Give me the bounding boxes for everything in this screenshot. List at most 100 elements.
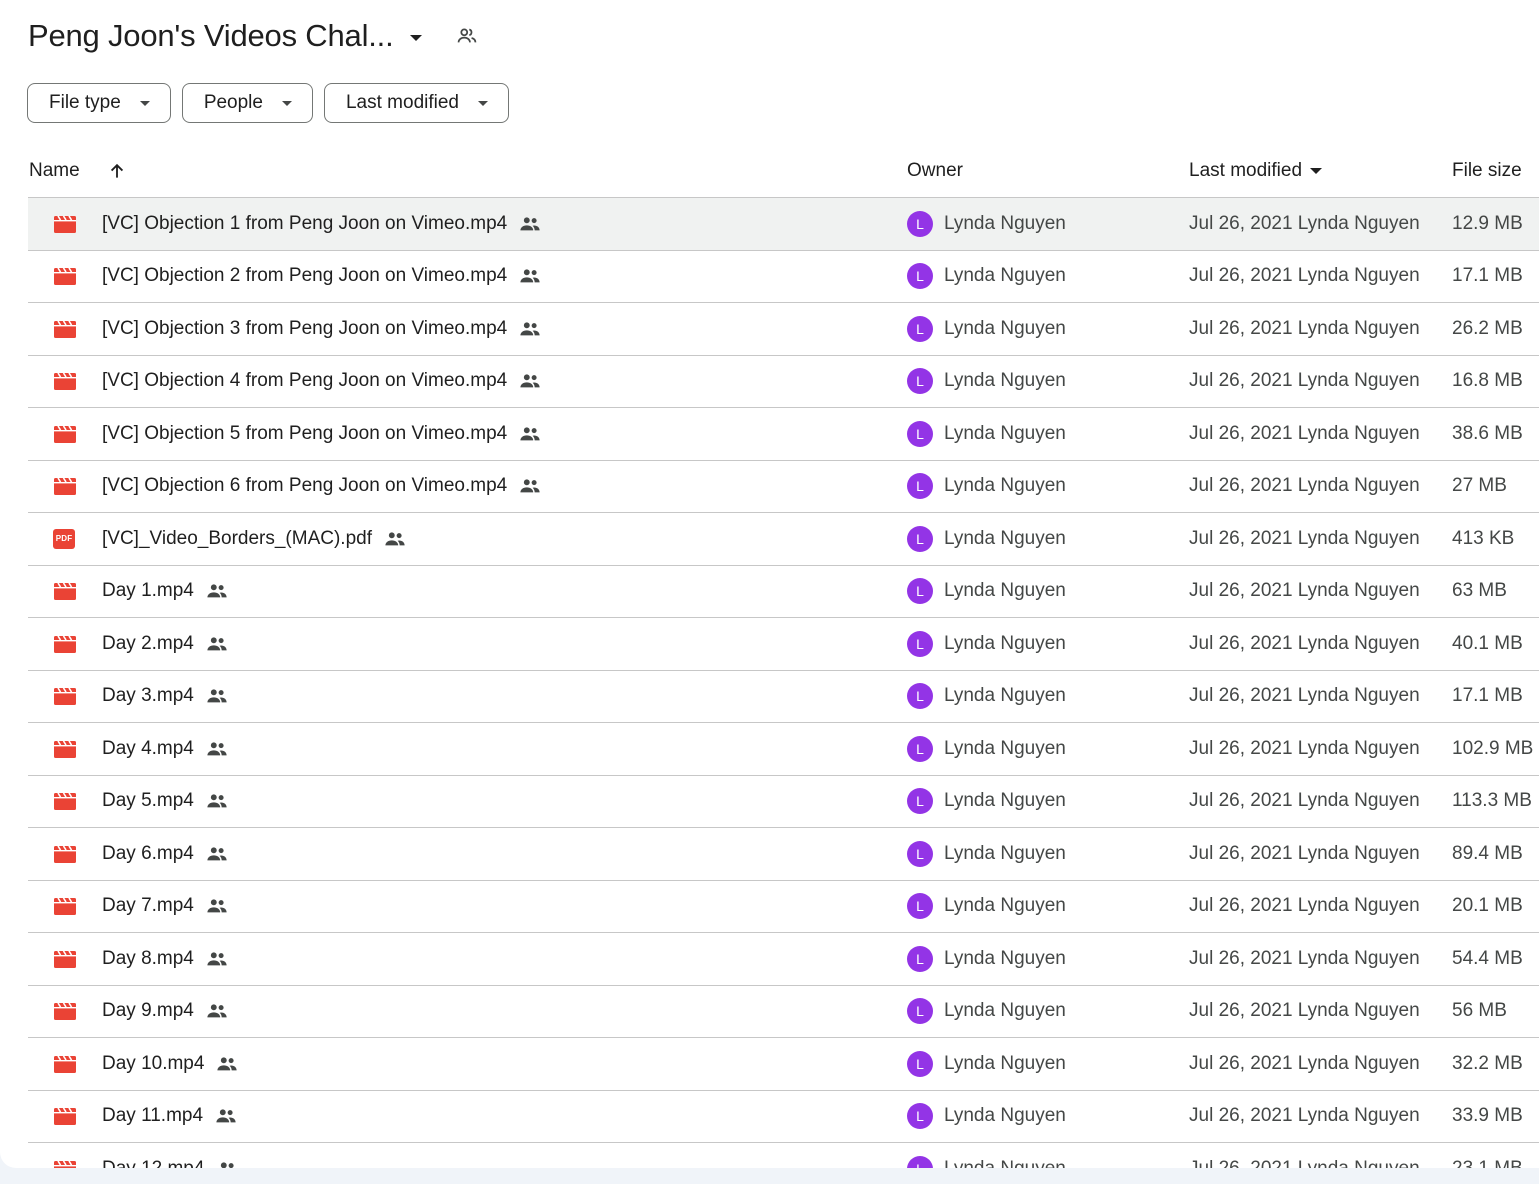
shared-icon xyxy=(519,215,541,233)
last-modified-text: Jul 26, 2021 Lynda Nguyen xyxy=(1189,1052,1420,1074)
file-row[interactable]: Day 1.mp4 L Lynda Nguyen Jul 26, 2021 Lynda… xyxy=(28,566,1539,618)
file-size-cell: 32.2 MB xyxy=(1452,1038,1523,1090)
file-size-cell: 113.3 MB xyxy=(1452,776,1532,828)
file-name[interactable]: [VC] Objection 1 from Peng Joon on Vimeo… xyxy=(102,213,507,235)
file-row[interactable]: Day 8.mp4 L Lynda Nguyen Jul 26, 2021 Lynda… xyxy=(28,933,1539,986)
file-browser-panel: Peng Joon's Videos Chal... File type Peo… xyxy=(0,0,1539,1168)
file-row[interactable]: Day 6.mp4 L Lynda Nguyen Jul 26, 2021 Lynda… xyxy=(28,828,1539,881)
last-modified-cell: Jul 26, 2021 Lynda Nguyen xyxy=(1189,1038,1420,1090)
folder-title[interactable]: Peng Joon's Videos Chal... xyxy=(28,18,394,54)
shared-icon xyxy=(206,950,228,968)
shared-icon xyxy=(519,320,541,338)
file-name[interactable]: Day 6.mp4 xyxy=(102,843,194,865)
video-file-icon xyxy=(53,1038,77,1090)
file-row[interactable]: [VC] Objection 4 from Peng Joon on Vimeo… xyxy=(28,356,1539,408)
file-row[interactable]: Day 7.mp4 L Lynda Nguyen Jul 26, 2021 Lynda… xyxy=(28,881,1539,933)
filter-chips: File type People Last modified xyxy=(27,83,509,123)
last-modified-text: Jul 26, 2021 Lynda Nguyen xyxy=(1189,317,1420,339)
file-type-filter[interactable]: File type xyxy=(27,83,171,123)
file-row[interactable]: Day 9.mp4 L Lynda Nguyen Jul 26, 2021 Lynda… xyxy=(28,986,1539,1038)
file-name[interactable]: [VC]_Video_Borders_(MAC).pdf xyxy=(102,528,372,550)
file-row[interactable]: [VC] Objection 2 from Peng Joon on Vimeo… xyxy=(28,251,1539,303)
file-size-cell: 54.4 MB xyxy=(1452,933,1523,985)
owner-name: Lynda Nguyen xyxy=(944,842,1066,864)
file-row[interactable]: Day 12.mp4 L Lynda Nguyen Jul 26, 2021 Lynd… xyxy=(28,1143,1539,1168)
file-name[interactable]: Day 2.mp4 xyxy=(102,633,194,655)
last-modified-cell: Jul 26, 2021 Lynda Nguyen xyxy=(1189,566,1420,618)
file-name[interactable]: [VC] Objection 6 from Peng Joon on Vimeo… xyxy=(102,475,507,497)
name-column-header[interactable]: Name xyxy=(29,160,127,182)
last-modified-text: Jul 26, 2021 Lynda Nguyen xyxy=(1189,580,1420,602)
file-row[interactable]: Day 2.mp4 L Lynda Nguyen Jul 26, 2021 Lynda… xyxy=(28,618,1539,671)
file-row[interactable]: Day 10.mp4 L Lynda Nguyen Jul 26, 2021 Lynd… xyxy=(28,1038,1539,1091)
shared-icon xyxy=(206,582,228,600)
file-row[interactable]: [VC] Objection 6 from Peng Joon on Vimeo… xyxy=(28,461,1539,513)
last-modified-cell: Jul 26, 2021 Lynda Nguyen xyxy=(1189,198,1420,250)
people-filter-label: People xyxy=(203,92,263,113)
file-name[interactable]: Day 5.mp4 xyxy=(102,790,194,812)
video-file-icon xyxy=(53,251,77,303)
file-name-cell: Day 10.mp4 xyxy=(102,1038,238,1090)
file-name[interactable]: [VC] Objection 3 from Peng Joon on Vimeo… xyxy=(102,318,507,340)
file-size-text: 26.2 MB xyxy=(1452,317,1523,339)
file-name[interactable]: [VC] Objection 4 from Peng Joon on Vimeo… xyxy=(102,370,507,392)
owner-name: Lynda Nguyen xyxy=(944,1052,1066,1074)
file-size-text: 12.9 MB xyxy=(1452,212,1523,234)
file-row[interactable]: PDF [VC]_Video_Borders_(MAC).pdf L Lynda Ng… xyxy=(28,513,1539,566)
chevron-down-icon xyxy=(139,100,150,106)
owner-cell: L Lynda Nguyen xyxy=(907,828,1066,880)
file-name[interactable]: Day 3.mp4 xyxy=(102,685,194,707)
sort-ascending-arrow-icon[interactable] xyxy=(107,161,127,181)
owner-cell: L Lynda Nguyen xyxy=(907,671,1066,723)
folder-menu-dropdown-icon[interactable] xyxy=(409,35,422,41)
video-file-icon xyxy=(53,618,77,670)
avatar: L xyxy=(907,578,933,605)
file-row[interactable]: Day 11.mp4 L Lynda Nguyen Jul 26, 2021 Lynd… xyxy=(28,1091,1539,1143)
file-size-cell: 26.2 MB xyxy=(1452,303,1523,355)
file-row[interactable]: [VC] Objection 5 from Peng Joon on Vimeo… xyxy=(28,408,1539,461)
shared-icon xyxy=(519,267,541,285)
file-row[interactable]: [VC] Objection 3 from Peng Joon on Vimeo… xyxy=(28,303,1539,356)
last-modified-cell: Jul 26, 2021 Lynda Nguyen xyxy=(1189,1091,1420,1143)
file-name[interactable]: Day 7.mp4 xyxy=(102,895,194,917)
file-size-cell: 38.6 MB xyxy=(1452,408,1523,460)
last-modified-cell: Jul 26, 2021 Lynda Nguyen xyxy=(1189,303,1420,355)
avatar: L xyxy=(907,630,933,657)
file-name[interactable]: Day 8.mp4 xyxy=(102,948,194,970)
file-name-cell: Day 12.mp4 xyxy=(102,1143,238,1168)
column-headers: Name Owner Last modified File size xyxy=(28,150,1539,196)
file-row[interactable]: Day 5.mp4 L Lynda Nguyen Jul 26, 2021 Lynda… xyxy=(28,776,1539,828)
file-name[interactable]: Day 9.mp4 xyxy=(102,1000,194,1022)
file-row[interactable]: Day 3.mp4 L Lynda Nguyen Jul 26, 2021 Lynda… xyxy=(28,671,1539,723)
file-name[interactable]: Day 10.mp4 xyxy=(102,1053,204,1075)
shared-icon xyxy=(206,792,228,810)
people-filter[interactable]: People xyxy=(181,83,313,123)
owner-cell: L Lynda Nguyen xyxy=(907,776,1066,828)
file-row[interactable]: Day 4.mp4 L Lynda Nguyen Jul 26, 2021 Lynda… xyxy=(28,723,1539,776)
avatar: L xyxy=(907,998,933,1025)
file-name[interactable]: Day 4.mp4 xyxy=(102,738,194,760)
last-modified-text: Jul 26, 2021 Lynda Nguyen xyxy=(1189,527,1420,549)
file-row[interactable]: [VC] Objection 1 from Peng Joon on Vimeo… xyxy=(28,198,1539,251)
owner-column-header[interactable]: Owner xyxy=(907,160,963,182)
file-name-cell: Day 1.mp4 xyxy=(102,566,228,618)
shared-folder-icon[interactable] xyxy=(456,25,478,47)
file-name-cell: Day 8.mp4 xyxy=(102,933,228,985)
file-name[interactable]: Day 1.mp4 xyxy=(102,580,194,602)
chevron-down-icon[interactable] xyxy=(1310,168,1323,174)
avatar: L xyxy=(907,525,933,552)
file-size-cell: 23.1 MB xyxy=(1452,1143,1523,1168)
last-modified-column-header[interactable]: Last modified xyxy=(1189,160,1323,182)
file-size-cell: 102.9 MB xyxy=(1452,723,1533,775)
video-file-icon xyxy=(53,356,77,408)
file-name[interactable]: Day 12.mp4 xyxy=(102,1158,204,1168)
file-name-cell: Day 4.mp4 xyxy=(102,723,228,775)
file-name[interactable]: [VC] Objection 5 from Peng Joon on Vimeo… xyxy=(102,423,507,445)
file-name[interactable]: Day 11.mp4 xyxy=(102,1105,203,1127)
last-modified-filter[interactable]: Last modified xyxy=(323,83,509,123)
last-modified-text: Jul 26, 2021 Lynda Nguyen xyxy=(1189,212,1420,234)
file-type-filter-label: File type xyxy=(49,92,121,113)
last-modified-text: Jul 26, 2021 Lynda Nguyen xyxy=(1189,737,1420,759)
file-name[interactable]: [VC] Objection 2 from Peng Joon on Vimeo… xyxy=(102,265,507,287)
file-size-column-header[interactable]: File size xyxy=(1452,160,1522,182)
